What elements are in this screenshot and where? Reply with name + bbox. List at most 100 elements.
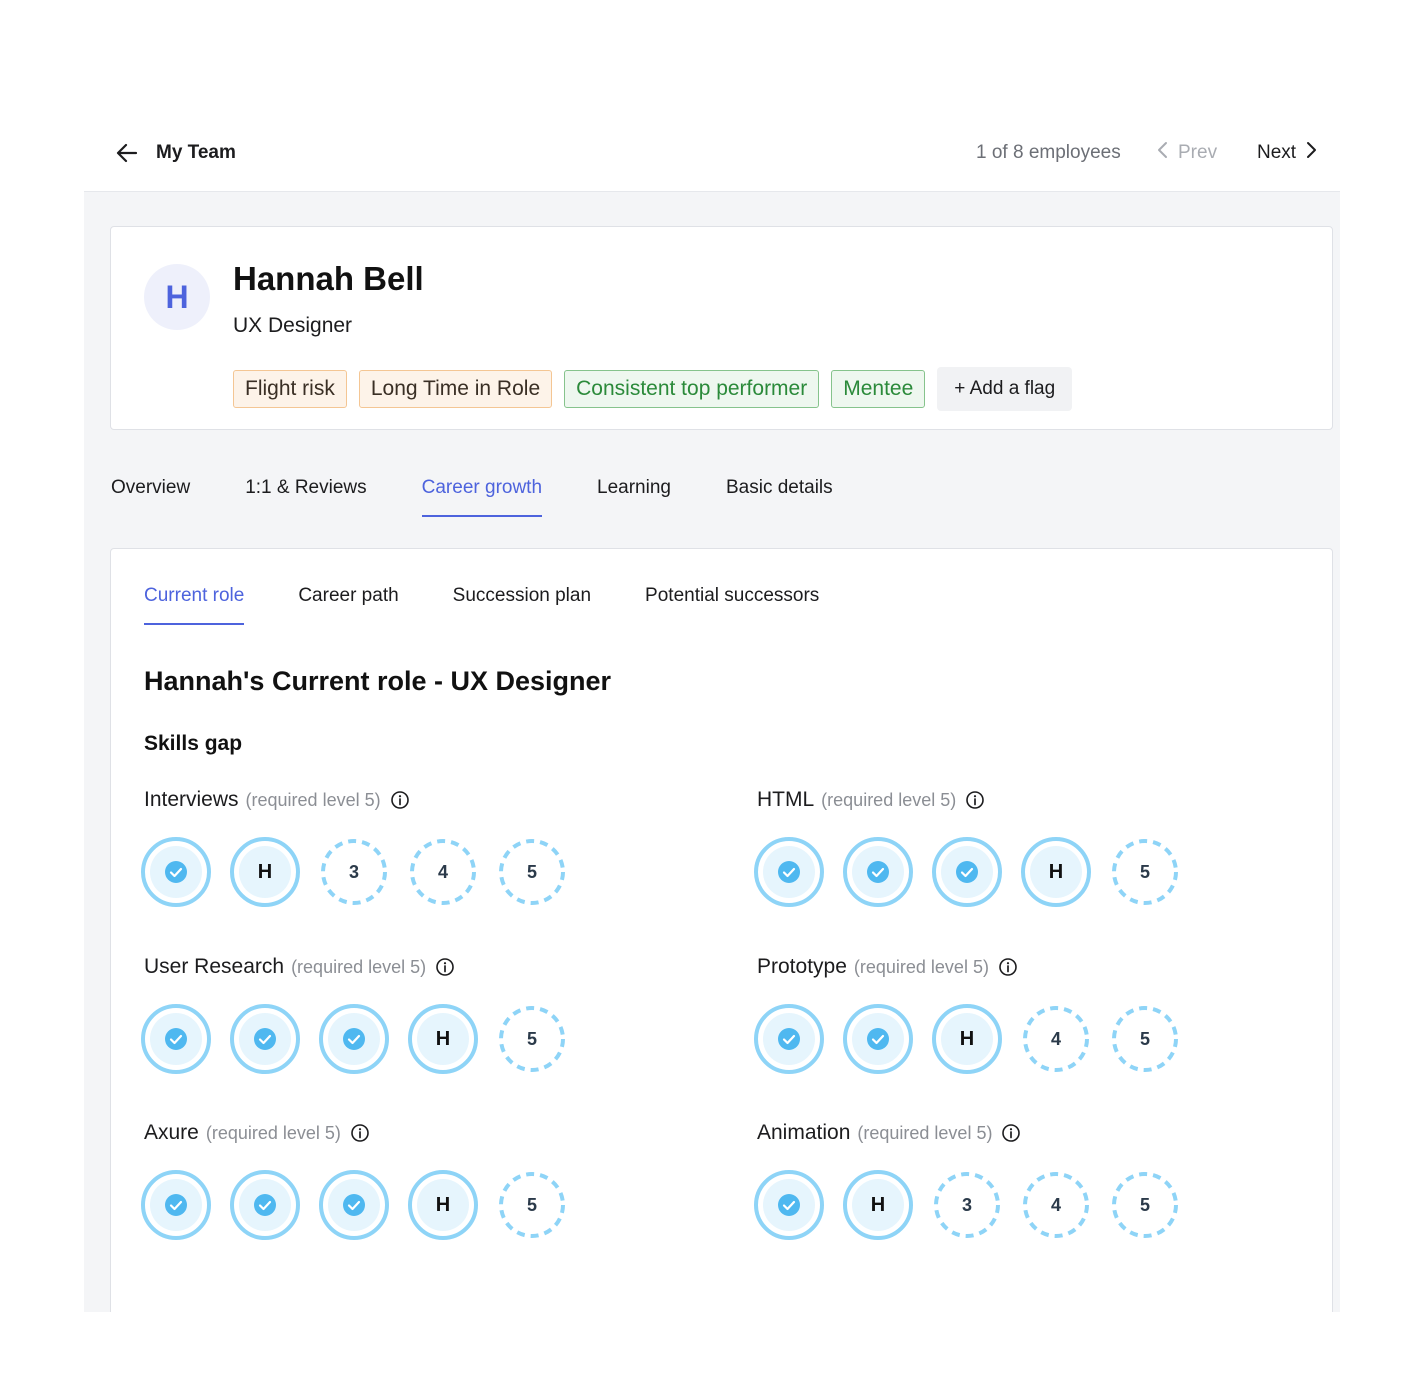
prev-label: Prev bbox=[1178, 142, 1218, 163]
skill-required-level: (required level 5) bbox=[291, 956, 427, 977]
section-title: Hannah's Current role - UX Designer bbox=[144, 666, 612, 696]
flag-list: Flight risk Long Time in Role Consistent… bbox=[233, 367, 1073, 411]
employee-name: Hannah Bell bbox=[233, 260, 424, 297]
level-number: 5 bbox=[526, 1194, 537, 1215]
skill-name: Interviews bbox=[144, 788, 239, 811]
check-circle-icon bbox=[754, 837, 824, 907]
level-achieved bbox=[318, 1003, 390, 1075]
level-current: H bbox=[842, 1169, 914, 1241]
top-navigation-bar: My Team 1 of 8 employees Prev Next bbox=[84, 118, 1340, 192]
back-arrow-icon[interactable] bbox=[114, 140, 140, 166]
sub-tabs: Current role Career path Succession plan… bbox=[144, 583, 873, 625]
skill-name: User Research bbox=[144, 955, 285, 978]
skill-required-level: (required level 5) bbox=[857, 1122, 993, 1143]
level-achieved bbox=[931, 836, 1003, 908]
skill-name: Animation bbox=[757, 1121, 851, 1144]
level-achieved bbox=[842, 1003, 914, 1075]
prev-button[interactable]: Prev bbox=[1156, 140, 1217, 166]
skill-required-level: (required level 5) bbox=[205, 1122, 341, 1143]
info-icon[interactable] bbox=[390, 790, 410, 810]
level-current: H bbox=[931, 1003, 1003, 1075]
level-indicators: H 3 4 5 bbox=[753, 1169, 1277, 1241]
skill-required-level: (required level 5) bbox=[245, 789, 381, 810]
level-required: 4 bbox=[1020, 1169, 1092, 1241]
check-circle-icon bbox=[319, 1004, 389, 1074]
employee-role: UX Designer bbox=[233, 314, 353, 337]
employee-counter: 1 of 8 employees bbox=[976, 142, 1121, 163]
flag-long-time-in-role[interactable]: Long Time in Role bbox=[358, 370, 553, 408]
check-circle-icon bbox=[230, 1004, 300, 1074]
level-required: 5 bbox=[496, 1169, 568, 1241]
tab-overview[interactable]: Overview bbox=[111, 475, 190, 517]
level-required: 3 bbox=[318, 836, 390, 908]
check-circle-icon bbox=[932, 837, 1002, 907]
info-icon[interactable] bbox=[998, 957, 1018, 977]
subtab-succession-plan[interactable]: Succession plan bbox=[453, 583, 591, 625]
subtab-career-path[interactable]: Career path bbox=[298, 583, 398, 625]
check-circle-icon bbox=[141, 1170, 211, 1240]
level-required: 4 bbox=[1020, 1003, 1092, 1075]
level-current-label: H bbox=[435, 1193, 451, 1216]
add-flag-button[interactable]: + Add a flag bbox=[937, 367, 1073, 411]
level-achieved bbox=[318, 1169, 390, 1241]
subtab-current-role[interactable]: Current role bbox=[144, 583, 245, 625]
skill-prototype: Prototype (required level 5) H 4 5 bbox=[754, 953, 1277, 1083]
info-icon[interactable] bbox=[350, 1123, 370, 1143]
level-number: 3 bbox=[961, 1194, 972, 1215]
level-number: 5 bbox=[1139, 1028, 1150, 1049]
level-number: 5 bbox=[1139, 861, 1150, 882]
chevron-right-icon bbox=[1304, 140, 1318, 166]
skill-name: HTML bbox=[757, 788, 815, 811]
level-current: H bbox=[1020, 836, 1092, 908]
flag-flight-risk[interactable]: Flight risk bbox=[233, 370, 347, 408]
level-indicators: H5 bbox=[140, 1003, 664, 1075]
info-icon[interactable] bbox=[1001, 1123, 1021, 1143]
flag-mentee[interactable]: Mentee bbox=[831, 370, 926, 408]
page-title[interactable]: My Team bbox=[156, 140, 236, 166]
career-growth-card: Current role Career path Succession plan… bbox=[110, 548, 1333, 1312]
level-current-label: H bbox=[435, 1027, 451, 1050]
level-indicators: H5 bbox=[753, 836, 1277, 908]
level-current-label: H bbox=[1048, 860, 1064, 883]
subtab-potential-successors[interactable]: Potential successors bbox=[645, 583, 819, 625]
level-achieved bbox=[753, 1169, 825, 1241]
level-required: 5 bbox=[496, 836, 568, 908]
level-current: H bbox=[407, 1003, 479, 1075]
tab-career-growth[interactable]: Career growth bbox=[421, 475, 543, 517]
level-achieved bbox=[753, 836, 825, 908]
level-indicators: H 3 4 5 bbox=[140, 836, 664, 908]
tab-reviews[interactable]: 1:1 & Reviews bbox=[245, 475, 366, 517]
check-circle-icon bbox=[754, 1170, 824, 1240]
level-current-label: H bbox=[257, 860, 273, 883]
check-circle-icon bbox=[843, 1004, 913, 1074]
tab-learning[interactable]: Learning bbox=[597, 475, 671, 517]
level-achieved bbox=[140, 1169, 212, 1241]
level-achieved bbox=[229, 1003, 301, 1075]
level-number: 4 bbox=[1050, 1028, 1061, 1049]
content-area: H Hannah Bell UX Designer Flight risk Lo… bbox=[84, 192, 1340, 1312]
level-current-label: H bbox=[870, 1193, 886, 1216]
level-required: 4 bbox=[407, 836, 479, 908]
level-achieved bbox=[842, 836, 914, 908]
level-achieved bbox=[140, 1003, 212, 1075]
info-icon[interactable] bbox=[435, 957, 455, 977]
level-number: 5 bbox=[1139, 1194, 1150, 1215]
avatar: H bbox=[144, 264, 210, 330]
check-circle-icon bbox=[141, 1004, 211, 1074]
level-current: H bbox=[407, 1169, 479, 1241]
level-indicators: H 4 5 bbox=[753, 1003, 1277, 1075]
chevron-left-icon bbox=[1156, 140, 1170, 166]
level-number: 4 bbox=[1050, 1194, 1061, 1215]
tab-basic-details[interactable]: Basic details bbox=[726, 475, 833, 517]
skill-axure: Axure (required level 5) H5 bbox=[141, 1119, 664, 1249]
check-circle-icon bbox=[319, 1170, 389, 1240]
next-button[interactable]: Next bbox=[1257, 140, 1318, 166]
level-required: 3 bbox=[931, 1169, 1003, 1241]
skill-user-research: User Research (required level 5) H5 bbox=[141, 953, 664, 1083]
info-icon[interactable] bbox=[965, 790, 985, 810]
level-number: 4 bbox=[437, 861, 448, 882]
level-required: 5 bbox=[1109, 1169, 1181, 1241]
skill-name: Prototype bbox=[757, 955, 847, 978]
flag-consistent-top-performer[interactable]: Consistent top performer bbox=[564, 370, 820, 408]
level-number: 3 bbox=[348, 861, 359, 882]
